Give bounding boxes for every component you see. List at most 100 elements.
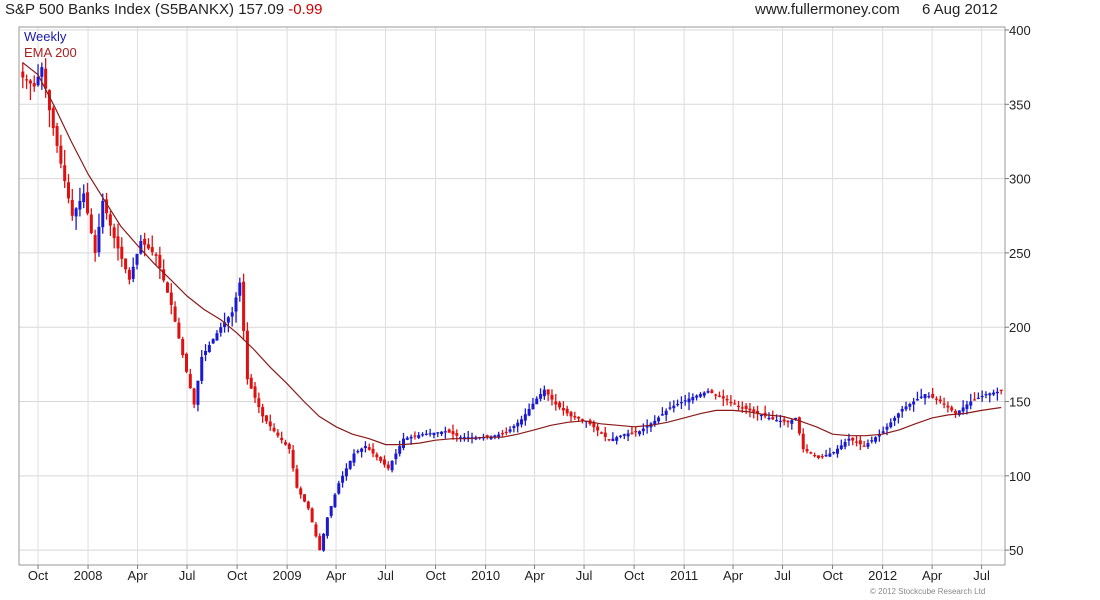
candle-body (86, 192, 90, 214)
candle-body (283, 442, 287, 445)
candle-body (908, 403, 912, 407)
copyright-notice: © 2012 Stockcube Research Ltd (870, 587, 986, 596)
x-tick-label: Jul (774, 568, 791, 583)
candle-body (36, 76, 40, 86)
candle-body (70, 199, 74, 216)
candle-body (630, 432, 634, 434)
price-chart: 50100150200250300350400 Oct 2008 Apr Jul Oct… (18, 23, 1031, 583)
candle-body (131, 266, 135, 279)
candle-body (934, 398, 938, 400)
candle-body (973, 399, 977, 401)
candle-body (999, 389, 1003, 391)
candle-body (455, 433, 459, 436)
candle-body (108, 214, 112, 226)
candle-body (165, 282, 169, 293)
candle-body (710, 390, 714, 393)
candle-body (992, 392, 996, 395)
candle-body (63, 165, 67, 182)
candle-body (44, 68, 48, 89)
candle-body (889, 422, 893, 428)
candle-body (984, 394, 988, 396)
candle-body (912, 401, 916, 405)
candle-body (66, 182, 70, 199)
candle-body (626, 433, 630, 437)
candle-body (432, 432, 436, 436)
candle-body (954, 411, 958, 414)
candle-body (805, 449, 809, 452)
candle-body (691, 397, 695, 401)
candle-body (634, 431, 638, 433)
candle-body (226, 317, 230, 323)
candle-body (295, 468, 299, 488)
x-tick-label: Apr (524, 568, 545, 583)
candle-body (143, 238, 147, 245)
candle-body (516, 422, 520, 427)
candle-body (664, 410, 668, 415)
candle-body (558, 402, 562, 408)
candle-body (405, 437, 409, 440)
x-tick-label: Jul (576, 568, 593, 583)
candle-body (234, 297, 238, 312)
candle-body (303, 494, 307, 502)
x-tick-label: 2010 (471, 568, 500, 583)
candle-body (268, 421, 272, 427)
candle-body (858, 440, 862, 445)
candle-body (116, 236, 120, 249)
y-tick-label: 350 (1009, 97, 1031, 112)
y-tick-label: 50 (1009, 543, 1023, 558)
candle-body (348, 460, 352, 469)
candle-body (386, 464, 390, 469)
candle-body (177, 322, 181, 339)
candle-body (965, 404, 969, 409)
candle-body (196, 380, 200, 405)
candle-body (299, 488, 303, 495)
candle-body (32, 83, 36, 87)
candle-body (371, 448, 375, 454)
candle-body (603, 432, 607, 437)
candle-body (797, 417, 801, 434)
candle-body (409, 436, 413, 439)
candle-body (25, 79, 29, 81)
candle-body (78, 200, 82, 210)
candle-body (573, 416, 577, 418)
candle-body (862, 445, 866, 447)
y-tick-label: 400 (1009, 23, 1031, 38)
candle-body (257, 398, 261, 408)
x-tick-label: 2008 (74, 568, 103, 583)
candle-body (638, 431, 642, 435)
candle-body (200, 356, 204, 381)
x-tick-label: Apr (127, 568, 148, 583)
candle-body (813, 454, 817, 457)
candle-body (687, 398, 691, 403)
candle-body (253, 386, 257, 398)
candle-body (847, 438, 851, 441)
candle-body (101, 200, 105, 228)
candle-body (752, 409, 756, 412)
candle-body (969, 401, 973, 406)
x-tick-label: Apr (326, 568, 347, 583)
x-tick-label: Oct (28, 568, 49, 583)
candle-body (500, 433, 504, 435)
candle-body (329, 506, 333, 516)
chart-date: 6 Aug 2012 (921, 1, 998, 18)
candle-body (135, 253, 139, 265)
legend-weekly: Weekly (24, 29, 67, 44)
candle-body (417, 435, 421, 438)
candle-body (382, 459, 386, 465)
candle-body (820, 456, 824, 458)
candle-body (394, 453, 398, 460)
candle-body (539, 394, 543, 399)
site-link[interactable]: www.fullermoney.com (755, 1, 900, 18)
candle-body (527, 408, 531, 416)
candle-body (725, 398, 729, 401)
candle-body (542, 389, 546, 397)
x-tick-label: Jul (377, 568, 394, 583)
candle-body (306, 501, 310, 509)
candle-body (238, 282, 242, 296)
ema-200-line (22, 62, 1002, 446)
candle-body (615, 437, 619, 441)
weekly-candles (21, 58, 1003, 552)
candle-body (264, 415, 268, 422)
candle-body (714, 394, 718, 396)
candle-body (314, 524, 318, 537)
